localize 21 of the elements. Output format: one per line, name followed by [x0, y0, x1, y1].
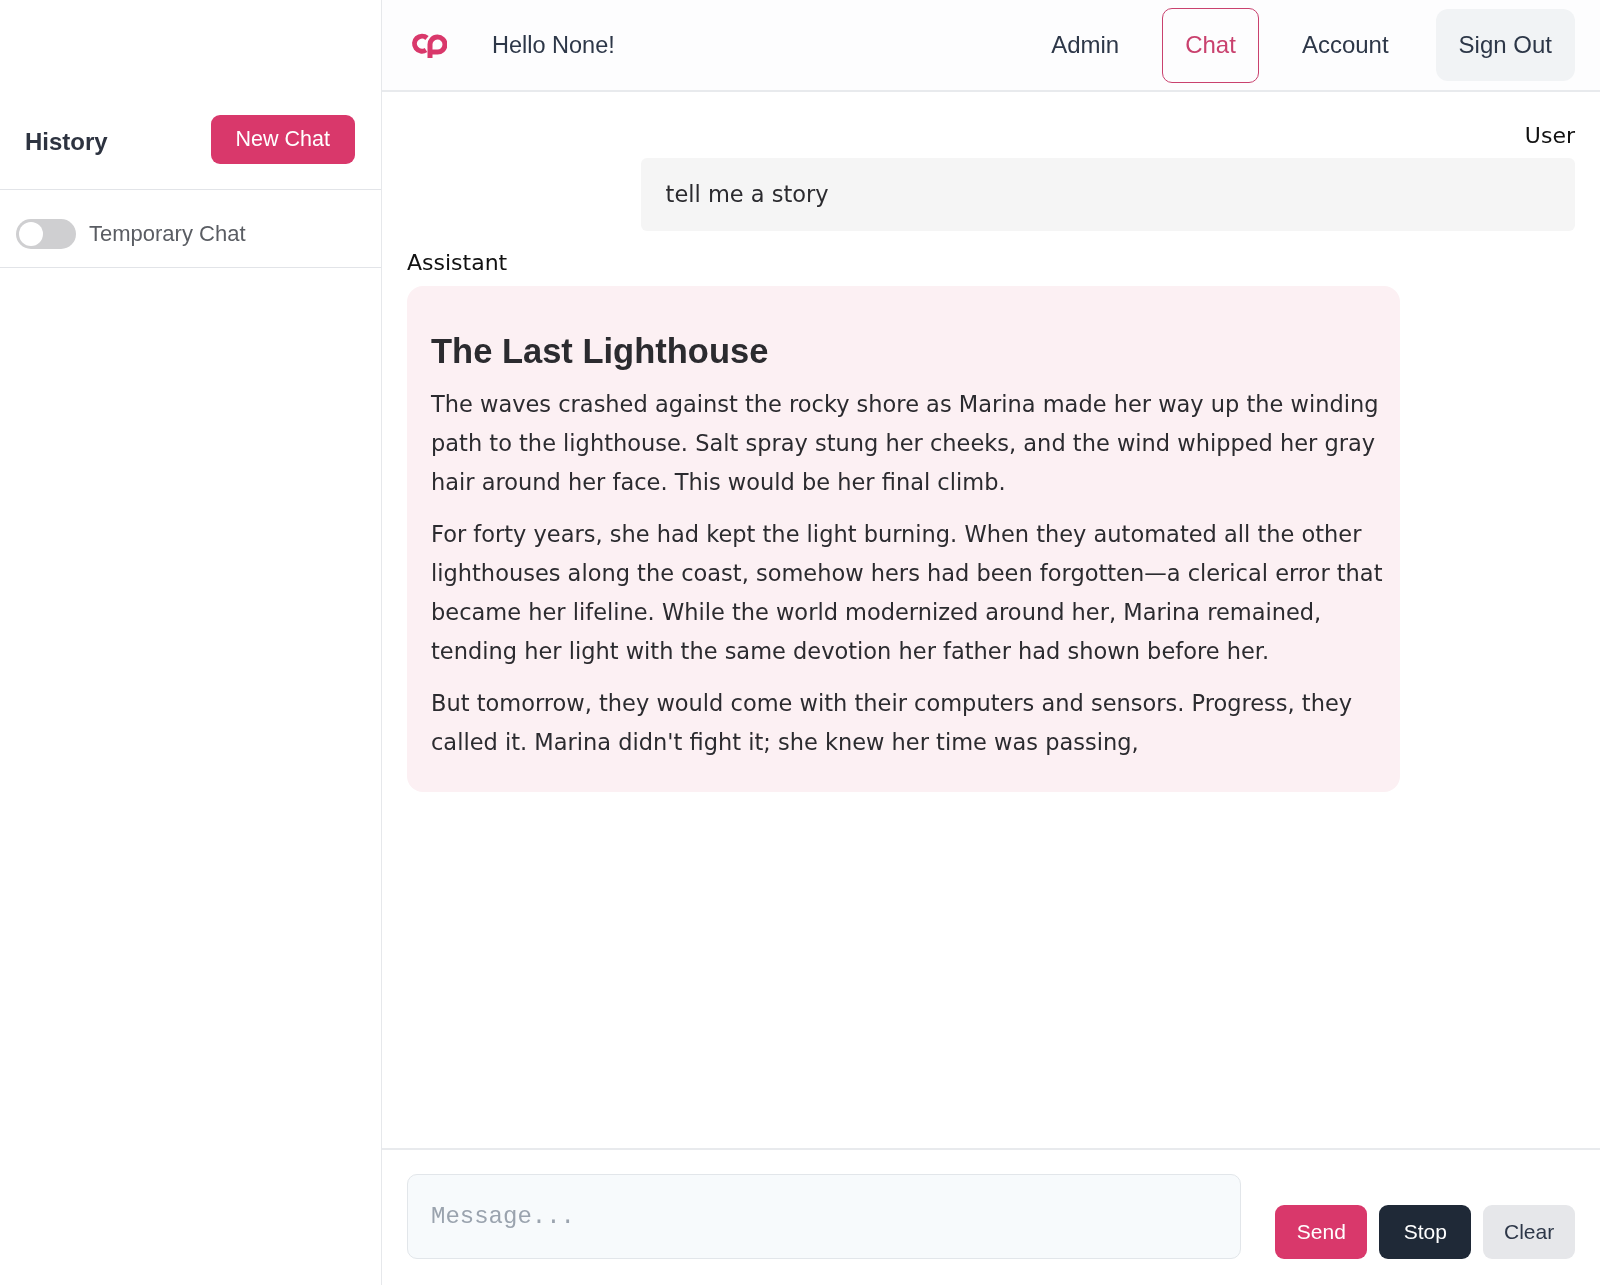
nav-tab[interactable]: Chat — [1162, 7, 1259, 83]
story-title: The Last Lighthouse — [431, 332, 770, 371]
message-text: But tomorrow, they would come with their computers and sensors. Progress, they called it. Marina didn't fight it; she knew her time was passing, — [431, 689, 1354, 757]
toggle-switch[interactable] — [16, 218, 76, 249]
stop-button[interactable]: Stop — [1379, 1205, 1472, 1259]
sign-out-button[interactable]: Sign Out — [1435, 9, 1575, 81]
message-text: For forty years, she had kept the light burning. When they automated all the other lighthouses along the coast, somehow hers had been forgotten—a clerical error that became her lifeline. While the world modernized around her, Marina remained, tending her light with the same devotion her father had shown before her. — [431, 520, 1384, 666]
greeting-text: Hello None! — [492, 31, 615, 59]
toggle-label: Temporary Chat — [89, 220, 246, 247]
message-field[interactable]: Message... — [407, 1174, 1242, 1259]
message-text: The waves crashed against the rocky shore as Marina made her way up the winding path to the lighthouse. Salt spray stung her cheeks, and the wind whipped her gray hair around her face. This would be her final climb. — [431, 390, 1380, 497]
nav-tab[interactable]: Admin — [1028, 7, 1143, 83]
logo-icon[interactable] — [410, 31, 447, 59]
clear-button[interactable]: Clear — [1483, 1205, 1575, 1259]
sidebar-title: History — [25, 128, 108, 156]
nav-tab[interactable]: Account — [1278, 7, 1412, 83]
new-chat-button[interactable]: New Chat — [210, 115, 355, 164]
message-author: Assistant — [407, 250, 508, 275]
send-button[interactable]: Send — [1275, 1205, 1368, 1259]
message-text: tell me a story — [665, 180, 830, 209]
message-author: User — [1524, 123, 1575, 148]
